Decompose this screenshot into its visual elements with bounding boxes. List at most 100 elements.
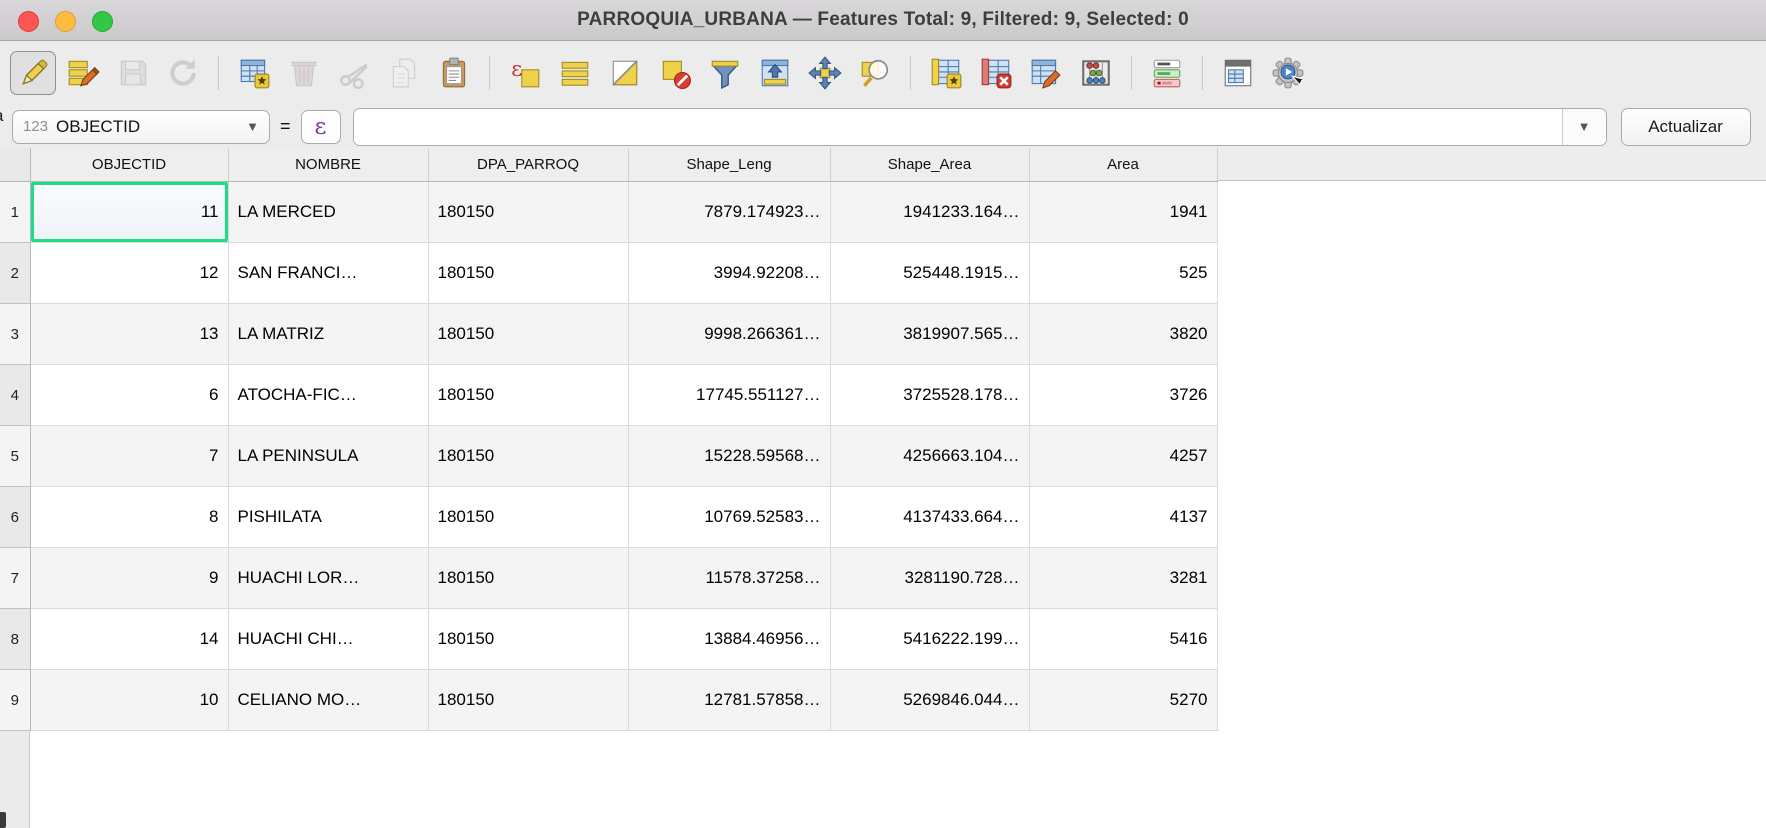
- minimize-button[interactable]: [55, 11, 76, 32]
- save-edits-button[interactable]: [110, 51, 156, 95]
- filter-button[interactable]: [702, 51, 748, 95]
- cell-dpa-parroq[interactable]: 180150: [428, 365, 628, 426]
- paste-button[interactable]: [431, 51, 477, 95]
- cell-objectid[interactable]: 10: [30, 670, 228, 731]
- row-number[interactable]: 1: [0, 182, 30, 243]
- column-header-dpa-parroq[interactable]: DPA_PARROQ: [428, 148, 628, 182]
- row-number[interactable]: 3: [0, 304, 30, 365]
- cell-shape-leng[interactable]: 3994.92208…: [628, 243, 830, 304]
- row-number[interactable]: 8: [0, 609, 30, 670]
- move-selection-top-button[interactable]: [752, 51, 798, 95]
- cell-area[interactable]: 5270: [1029, 670, 1217, 731]
- cell-objectid[interactable]: 12: [30, 243, 228, 304]
- edit-field-button[interactable]: [1023, 51, 1069, 95]
- zoom-to-selection-button[interactable]: [852, 51, 898, 95]
- row-number[interactable]: 2: [0, 243, 30, 304]
- cell-shape-leng[interactable]: 11578.37258…: [628, 548, 830, 609]
- cell-area[interactable]: 4257: [1029, 426, 1217, 487]
- expression-history-dropdown[interactable]: ▼: [1562, 109, 1606, 145]
- cell-area[interactable]: 4137: [1029, 487, 1217, 548]
- invert-selection-button[interactable]: [602, 51, 648, 95]
- cell-nombre[interactable]: LA MERCED: [228, 182, 428, 243]
- column-header-area[interactable]: Area: [1029, 148, 1217, 182]
- cell-shape-leng[interactable]: 12781.57858…: [628, 670, 830, 731]
- cell-nombre[interactable]: HUACHI CHI…: [228, 609, 428, 670]
- cell-nombre[interactable]: LA PENINSULA: [228, 426, 428, 487]
- cell-area[interactable]: 5416: [1029, 609, 1217, 670]
- new-field-button[interactable]: [923, 51, 969, 95]
- cell-area[interactable]: 3726: [1029, 365, 1217, 426]
- cut-button[interactable]: [331, 51, 377, 95]
- update-button[interactable]: Actualizar: [1621, 108, 1751, 146]
- cell-shape-leng[interactable]: 13884.46956…: [628, 609, 830, 670]
- actions-button[interactable]: [1265, 51, 1311, 95]
- cell-dpa-parroq[interactable]: 180150: [428, 243, 628, 304]
- cell-nombre[interactable]: CELIANO MO…: [228, 670, 428, 731]
- cell-dpa-parroq[interactable]: 180150: [428, 670, 628, 731]
- cell-shape-leng[interactable]: 9998.266361…: [628, 304, 830, 365]
- cell-nombre[interactable]: HUACHI LOR…: [228, 548, 428, 609]
- field-calculator-button[interactable]: [1073, 51, 1119, 95]
- cell-area[interactable]: 1941: [1029, 182, 1217, 243]
- cell-shape-area[interactable]: 3725528.178…: [830, 365, 1029, 426]
- cell-dpa-parroq[interactable]: 180150: [428, 548, 628, 609]
- deselect-all-button[interactable]: [652, 51, 698, 95]
- expression-input[interactable]: [354, 109, 1562, 145]
- cell-shape-area[interactable]: 3819907.565…: [830, 304, 1029, 365]
- cell-shape-area[interactable]: 525448.1915…: [830, 243, 1029, 304]
- cell-area[interactable]: 3281: [1029, 548, 1217, 609]
- pan-to-selection-button[interactable]: [802, 51, 848, 95]
- cell-dpa-parroq[interactable]: 180150: [428, 182, 628, 243]
- cell-shape-area[interactable]: 1941233.164…: [830, 182, 1029, 243]
- cell-dpa-parroq[interactable]: 180150: [428, 609, 628, 670]
- cell-dpa-parroq[interactable]: 180150: [428, 304, 628, 365]
- select-by-expression-button[interactable]: ε: [502, 51, 548, 95]
- row-number[interactable]: 6: [0, 487, 30, 548]
- cell-nombre[interactable]: LA MATRIZ: [228, 304, 428, 365]
- cell-objectid[interactable]: 9: [30, 548, 228, 609]
- close-button[interactable]: [18, 11, 39, 32]
- row-number[interactable]: 4: [0, 365, 30, 426]
- row-number[interactable]: 5: [0, 426, 30, 487]
- column-header-shape-leng[interactable]: Shape_Leng: [628, 148, 830, 182]
- expression-builder-button[interactable]: ε: [301, 110, 341, 144]
- column-header-shape-area[interactable]: Shape_Area: [830, 148, 1029, 182]
- cell-shape-leng[interactable]: 10769.52583…: [628, 487, 830, 548]
- delete-field-button[interactable]: [973, 51, 1019, 95]
- dock-table-button[interactable]: [1215, 51, 1261, 95]
- cell-shape-leng[interactable]: 7879.174923…: [628, 182, 830, 243]
- cell-dpa-parroq[interactable]: 180150: [428, 426, 628, 487]
- cell-shape-area[interactable]: 5269846.044…: [830, 670, 1029, 731]
- column-header-objectid[interactable]: OBJECTID: [30, 148, 228, 182]
- cell-area[interactable]: 525: [1029, 243, 1217, 304]
- cell-dpa-parroq[interactable]: 180150: [428, 487, 628, 548]
- row-number[interactable]: 9: [0, 670, 30, 731]
- cell-nombre[interactable]: PISHILATA: [228, 487, 428, 548]
- cell-shape-area[interactable]: 4137433.664…: [830, 487, 1029, 548]
- toggle-editing-button[interactable]: [10, 51, 56, 95]
- reload-button[interactable]: [160, 51, 206, 95]
- column-header-nombre[interactable]: NOMBRE: [228, 148, 428, 182]
- cell-objectid[interactable]: 11: [30, 182, 228, 243]
- cell-shape-area[interactable]: 5416222.199…: [830, 609, 1029, 670]
- cell-shape-area[interactable]: 4256663.104…: [830, 426, 1029, 487]
- cell-shape-area[interactable]: 3281190.728…: [830, 548, 1029, 609]
- cell-objectid[interactable]: 6: [30, 365, 228, 426]
- row-number[interactable]: 7: [0, 548, 30, 609]
- delete-selected-button[interactable]: [281, 51, 327, 95]
- copy-button[interactable]: [381, 51, 427, 95]
- cell-area[interactable]: 3820: [1029, 304, 1217, 365]
- zoom-button[interactable]: [92, 11, 113, 32]
- cell-shape-leng[interactable]: 17745.551127…: [628, 365, 830, 426]
- conditional-formatting-button[interactable]: [1144, 51, 1190, 95]
- add-feature-button[interactable]: [231, 51, 277, 95]
- cell-objectid[interactable]: 14: [30, 609, 228, 670]
- cell-objectid[interactable]: 8: [30, 487, 228, 548]
- cell-nombre[interactable]: SAN FRANCI…: [228, 243, 428, 304]
- multiedit-button[interactable]: [60, 51, 106, 95]
- cell-nombre[interactable]: ATOCHA-FIC…: [228, 365, 428, 426]
- select-all-button[interactable]: [552, 51, 598, 95]
- field-selector-dropdown[interactable]: 123 OBJECTID ▼: [12, 110, 270, 144]
- cell-shape-leng[interactable]: 15228.59568…: [628, 426, 830, 487]
- cell-objectid[interactable]: 13: [30, 304, 228, 365]
